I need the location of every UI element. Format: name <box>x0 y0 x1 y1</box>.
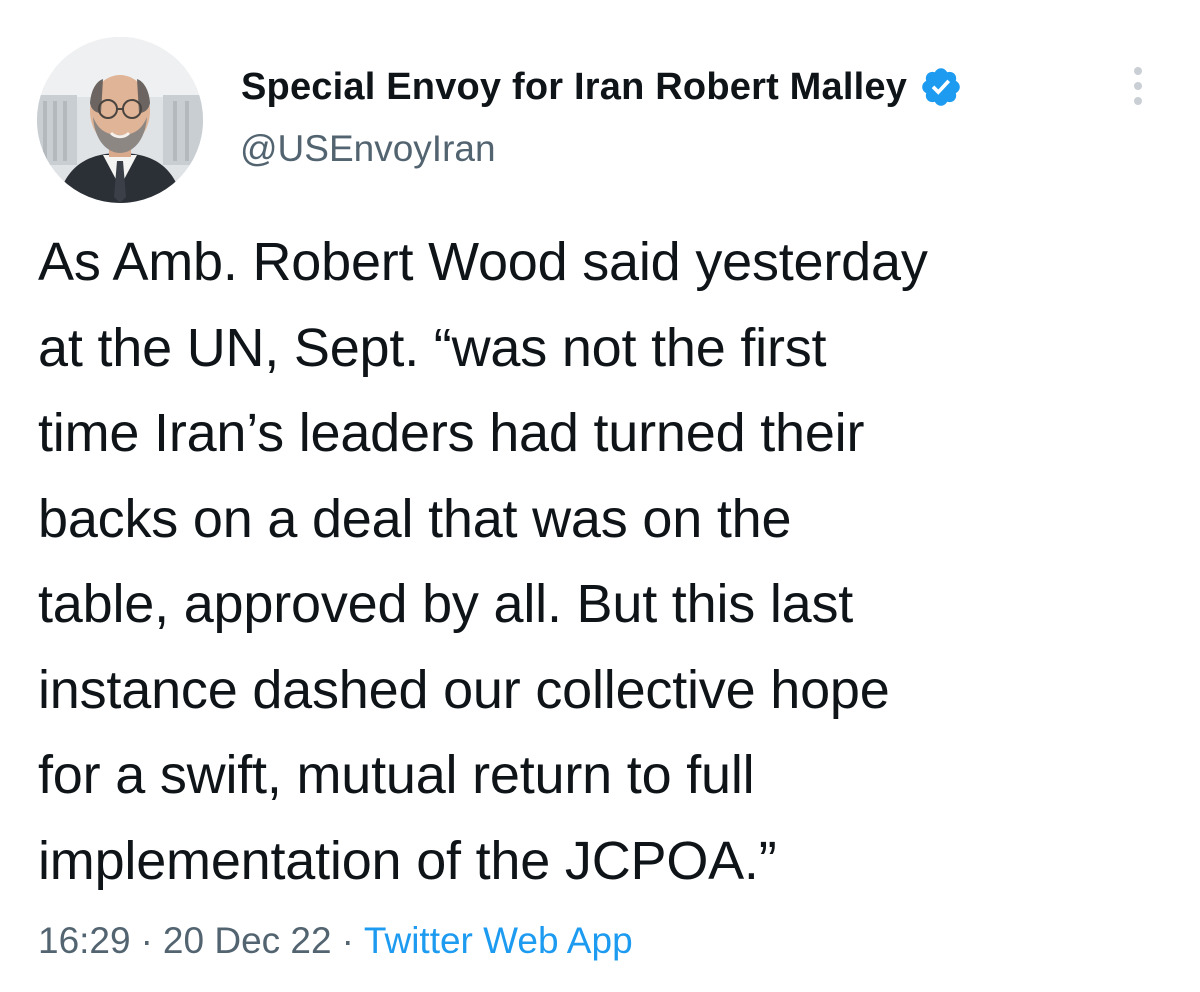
more-dot <box>1134 82 1142 90</box>
display-name[interactable]: Special Envoy for Iran Robert Malley <box>241 66 907 109</box>
more-dot <box>1134 67 1142 75</box>
verified-badge-icon <box>919 65 963 109</box>
handle[interactable]: @USEnvoyIran <box>240 128 496 170</box>
display-name-row: Special Envoy for Iran Robert Malley <box>241 62 963 112</box>
tweet: Special Envoy for Iran Robert Malley @US… <box>0 0 1200 992</box>
tweet-date[interactable]: 20 Dec 22 <box>163 920 332 962</box>
more-options-icon[interactable] <box>1118 58 1158 114</box>
profile-photo <box>37 37 203 203</box>
tweet-meta: 16:29 · 20 Dec 22 · Twitter Web App <box>38 920 633 962</box>
tweet-time[interactable]: 16:29 <box>38 920 131 962</box>
meta-separator: · <box>341 920 354 961</box>
meta-separator: · <box>140 920 153 961</box>
tweet-text: As Amb. Robert Wood said yesterday at th… <box>38 232 928 891</box>
avatar[interactable] <box>37 37 203 203</box>
tweet-source-link[interactable]: Twitter Web App <box>364 920 633 962</box>
more-dot <box>1134 97 1142 105</box>
